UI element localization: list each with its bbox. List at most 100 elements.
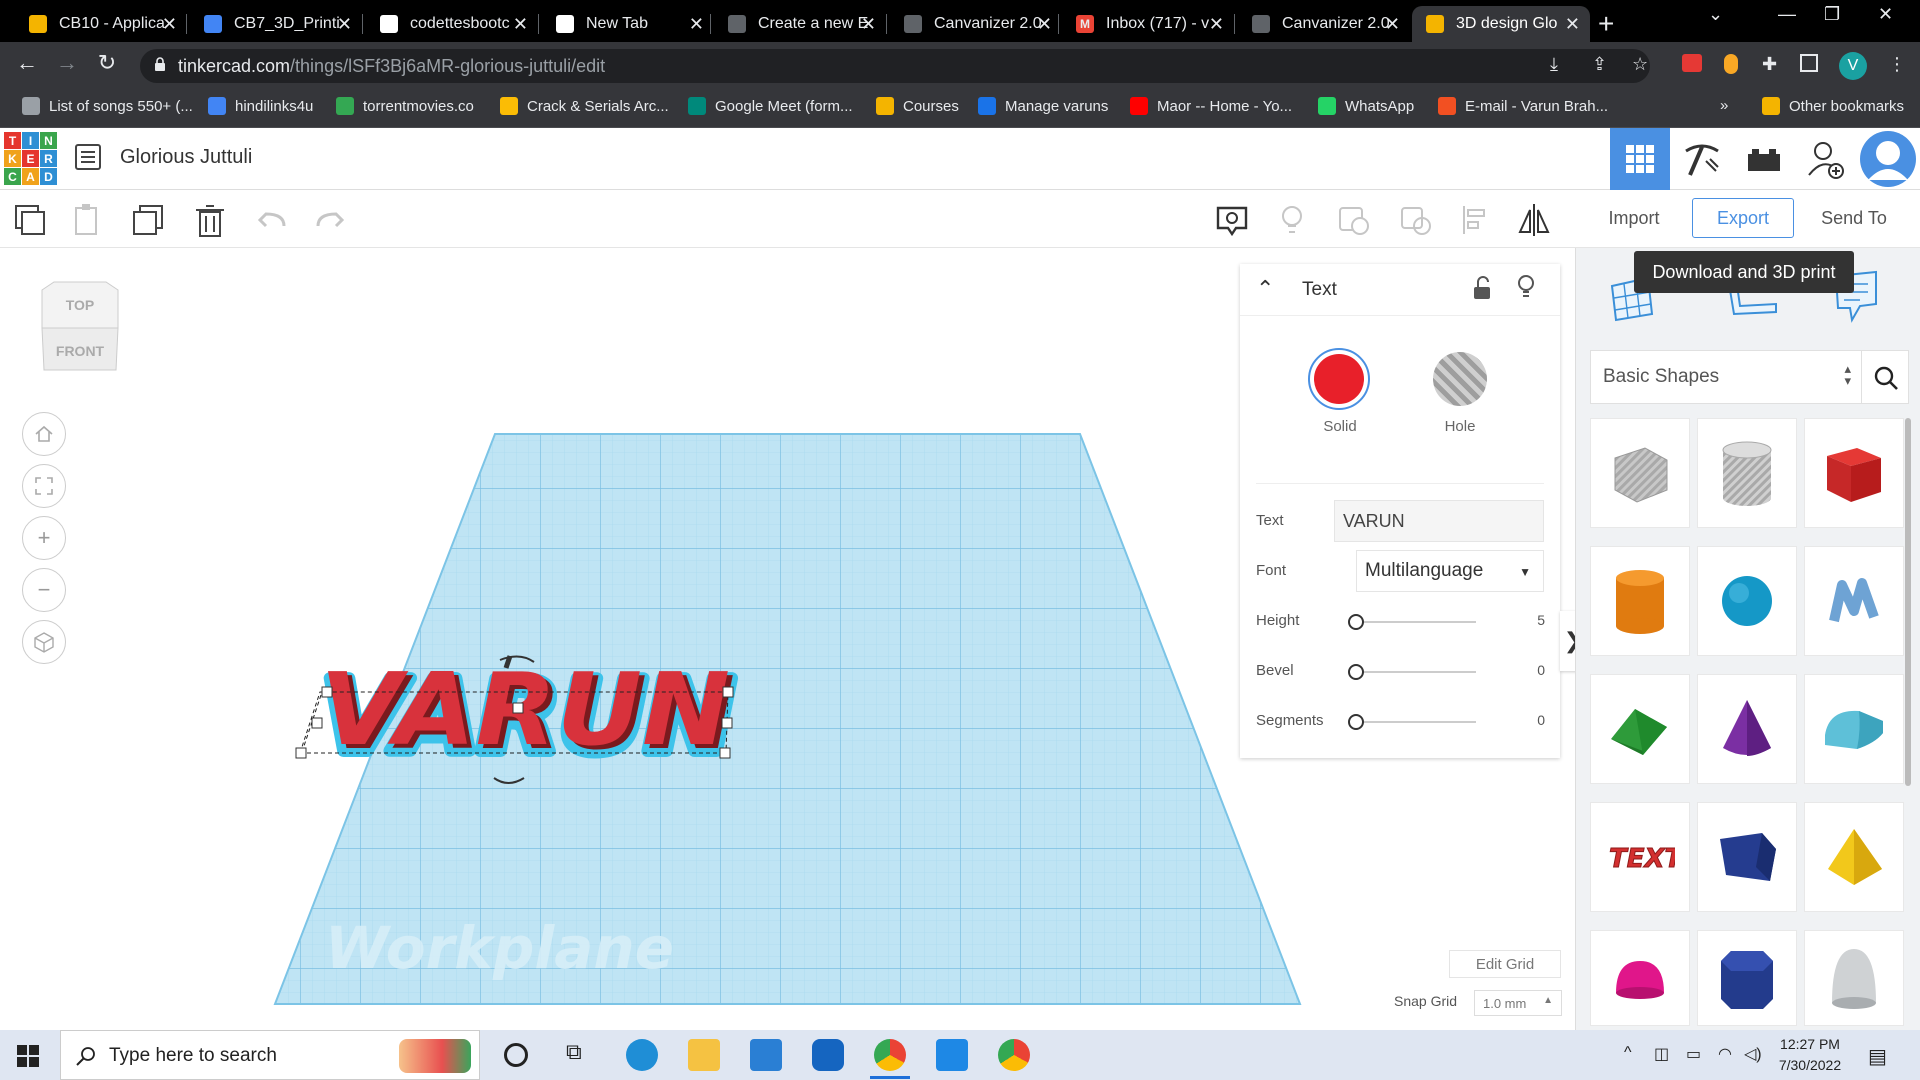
shape-cylinder[interactable] (1590, 546, 1690, 656)
browser-tab[interactable]: Create a new E ✕ (714, 6, 886, 42)
shape-text[interactable]: TEXT (1590, 802, 1690, 912)
address-bar[interactable]: tinkercad.com/things/lSFf3Bj6aMR-gloriou… (140, 49, 1650, 83)
close-tab-icon[interactable]: ✕ (337, 14, 352, 35)
resize-handle[interactable] (721, 717, 733, 729)
design-title[interactable]: Glorious Juttuli (120, 146, 252, 169)
shape-library-select[interactable]: Basic Shapes ▴ ▾ (1590, 350, 1862, 404)
shape-scribble[interactable] (1804, 546, 1904, 656)
close-tab-icon[interactable]: ✕ (1565, 14, 1580, 35)
wifi-icon[interactable]: ◠ (1718, 1044, 1732, 1064)
align-icon[interactable] (1458, 202, 1494, 238)
close-tab-icon[interactable]: ✕ (1209, 14, 1224, 35)
other-bookmarks-folder[interactable]: Other bookmarks (1762, 97, 1904, 115)
volume-icon[interactable]: ◁) (1744, 1044, 1762, 1064)
resize-handle[interactable] (295, 747, 307, 759)
design-list-icon[interactable] (75, 144, 101, 170)
photos-icon[interactable] (936, 1039, 968, 1071)
shape-pyramid[interactable] (1804, 802, 1904, 912)
blocks-view-button[interactable] (1672, 128, 1732, 190)
shape-prism[interactable] (1697, 802, 1797, 912)
snap-grid-select[interactable]: 1.0 mm ▲ (1474, 990, 1562, 1016)
browser-tab[interactable]: M Inbox (717) - v ✕ (1062, 6, 1234, 42)
import-button[interactable]: Import (1584, 198, 1684, 238)
bookmark-item[interactable]: Google Meet (form... (688, 97, 853, 115)
tinkercad-logo[interactable]: TIN KER CAD (4, 132, 57, 185)
bookmark-item[interactable]: List of songs 550+ (... (22, 97, 193, 115)
show-hidden-icons[interactable]: ^ (1624, 1044, 1632, 1062)
extension-red-icon[interactable] (1682, 54, 1702, 72)
bookmark-item[interactable]: Maor -- Home - Yo... (1130, 97, 1292, 115)
task-view-icon[interactable]: ⧉ (566, 1039, 598, 1071)
lightbulb-icon[interactable] (1274, 202, 1310, 238)
invite-user-button[interactable] (1796, 128, 1856, 190)
close-tab-icon[interactable]: ✕ (861, 14, 876, 35)
close-tab-icon[interactable]: ✕ (1385, 14, 1400, 35)
bookmark-item[interactable]: Courses (876, 97, 959, 115)
font-select[interactable]: Multilanguage ▼ (1356, 550, 1544, 592)
resize-handle[interactable] (719, 747, 731, 759)
shape-box-hole[interactable] (1590, 418, 1690, 528)
bevel-slider-knob[interactable] (1348, 664, 1364, 680)
height-value[interactable]: 5 (1515, 612, 1545, 628)
app-c-icon[interactable] (812, 1039, 844, 1071)
tab-search-icon[interactable]: ⌄ (1708, 4, 1723, 25)
shape-box[interactable] (1804, 418, 1904, 528)
edge-icon[interactable] (626, 1039, 658, 1071)
ungroup-icon[interactable] (1398, 202, 1434, 238)
text-object-varun[interactable]: VARUN VARUN VARUN (316, 651, 740, 781)
shape-polygon[interactable] (1697, 930, 1797, 1026)
bevel-value[interactable]: 0 (1515, 662, 1545, 678)
close-tab-icon[interactable]: ✕ (162, 14, 177, 35)
bookmark-item[interactable]: hindilinks4u (208, 97, 313, 115)
side-panel-icon[interactable] (1800, 54, 1818, 72)
profile-avatar[interactable]: V (1839, 52, 1867, 80)
more-bookmarks-button[interactable]: » (1720, 97, 1728, 114)
mail-icon[interactable] (750, 1039, 782, 1071)
export-button[interactable]: Export (1692, 198, 1794, 238)
chrome-profile-icon[interactable] (874, 1039, 906, 1071)
resize-handle[interactable] (512, 702, 524, 714)
back-button[interactable]: ← (12, 50, 42, 76)
resize-handle[interactable] (311, 717, 323, 729)
install-icon[interactable]: ⤓ (1550, 54, 1558, 75)
forward-button[interactable]: → (52, 50, 82, 76)
height-slider-track[interactable] (1356, 621, 1476, 623)
close-tab-icon[interactable]: ✕ (513, 14, 528, 35)
undo-icon[interactable] (254, 202, 290, 238)
bricks-view-button[interactable] (1734, 128, 1794, 190)
bookmark-item[interactable]: E-mail - Varun Brah... (1438, 97, 1608, 115)
meet-now-icon[interactable]: ◫ (1654, 1044, 1669, 1064)
segments-value[interactable]: 0 (1515, 712, 1545, 728)
close-tab-icon[interactable]: ✕ (689, 14, 704, 35)
extensions-puzzle-icon[interactable]: ✚ (1762, 54, 1777, 75)
cortana-icon[interactable] (504, 1043, 528, 1067)
reload-button[interactable]: ↻ (92, 50, 122, 76)
visibility-bulb-icon[interactable] (1516, 274, 1536, 300)
shape-search-button[interactable] (1861, 350, 1909, 404)
browser-tab[interactable]: CB10 - Applica ✕ (15, 6, 187, 42)
segments-slider-track[interactable] (1356, 721, 1476, 723)
user-avatar-button[interactable] (1858, 128, 1918, 190)
notes-icon[interactable] (1214, 202, 1250, 238)
group-icon[interactable] (1336, 202, 1372, 238)
browser-tab[interactable]: Canvanizer 2.0 ✕ (1238, 6, 1410, 42)
new-tab-button[interactable]: + (1598, 8, 1614, 40)
hole-button[interactable] (1433, 352, 1487, 406)
bookmark-item[interactable]: WhatsApp (1318, 97, 1414, 115)
chrome-menu-icon[interactable]: ⋮ (1888, 54, 1906, 75)
browser-tab[interactable]: CB7_3D_Printi ✕ (190, 6, 362, 42)
segments-slider-knob[interactable] (1348, 714, 1364, 730)
browser-tab[interactable]: Canvanizer 2.0 ✕ (890, 6, 1062, 42)
shape-half-sphere[interactable] (1590, 930, 1690, 1026)
shape-paraboloid[interactable] (1804, 930, 1904, 1026)
share-icon[interactable]: ⇪ (1592, 54, 1607, 75)
bookmark-item[interactable]: torrentmovies.co (336, 97, 474, 115)
paste-icon[interactable] (70, 202, 106, 238)
taskbar-search-box[interactable]: Type here to search (60, 1030, 480, 1080)
resize-handle[interactable] (321, 686, 333, 698)
shape-roof[interactable] (1590, 674, 1690, 784)
chrome-icon[interactable] (998, 1039, 1030, 1071)
resize-handle[interactable] (722, 686, 734, 698)
duplicate-icon[interactable] (130, 202, 166, 238)
bevel-slider-track[interactable] (1356, 671, 1476, 673)
